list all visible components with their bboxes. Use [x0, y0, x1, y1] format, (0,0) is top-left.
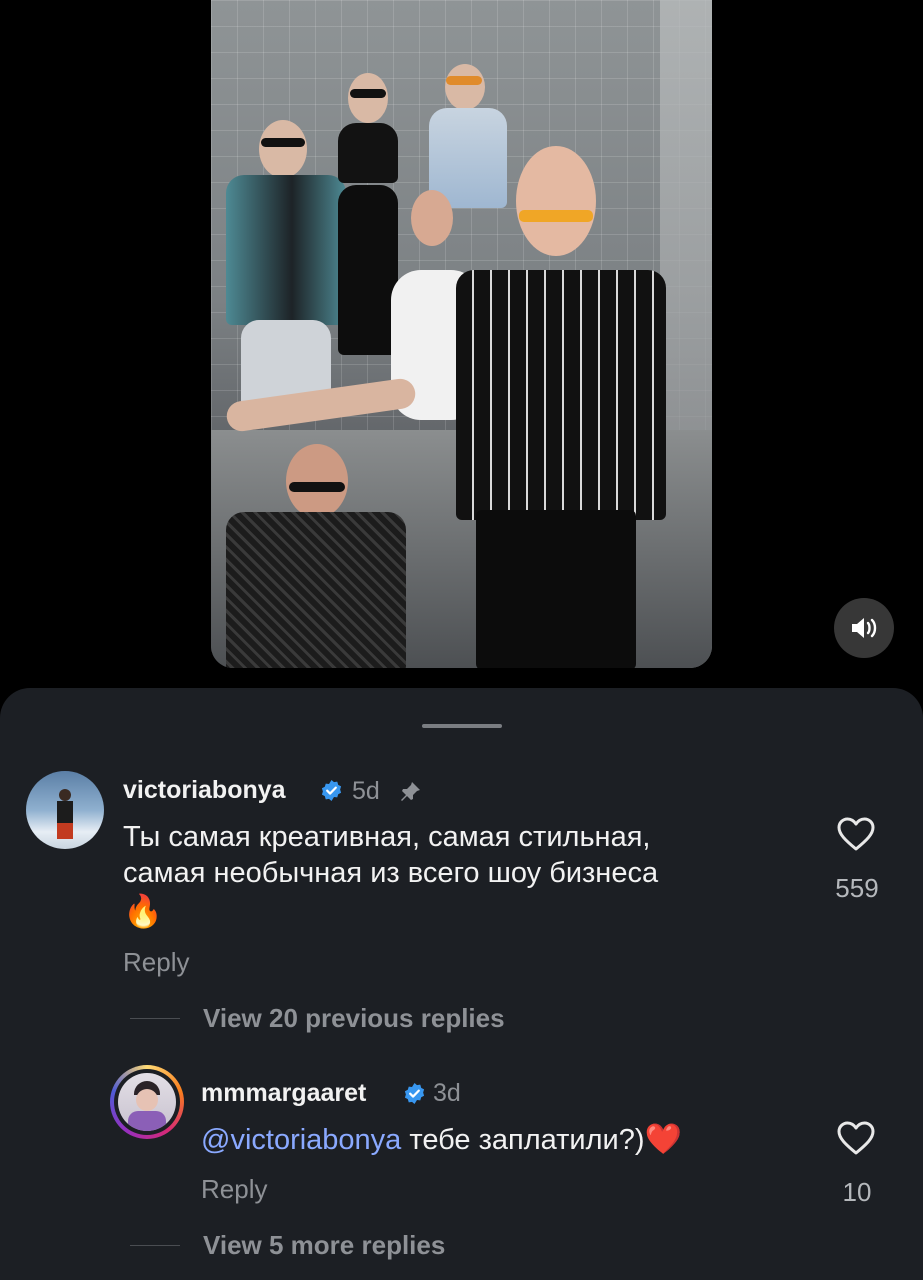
comment-text: @victoriabonya тебе заплатили?)❤️: [201, 1123, 682, 1156]
comment-username[interactable]: victoriabonya: [123, 776, 286, 805]
sound-toggle-button[interactable]: [834, 598, 894, 658]
like-heart-icon[interactable]: [836, 1120, 876, 1156]
verified-badge-icon: [404, 1082, 425, 1105]
comments-sheet: victoriabonya 5d Ты самая креативная, са…: [0, 688, 923, 1280]
person-figure: [451, 140, 671, 668]
comment-time: 3d: [433, 1079, 461, 1107]
reply-button[interactable]: Reply: [201, 1174, 267, 1205]
view-more-replies-button[interactable]: View 5 more replies: [203, 1230, 445, 1261]
comment-text: Ты самая креативная, самая стильная, сам…: [123, 819, 803, 931]
screen: victoriabonya 5d Ты самая креативная, са…: [0, 0, 923, 1280]
verified-badge-icon: [321, 779, 342, 802]
sheet-drag-handle[interactable]: [422, 724, 502, 728]
speaker-icon: [852, 618, 877, 638]
reply-button[interactable]: Reply: [123, 947, 189, 978]
comment-username[interactable]: mmmargaaret: [201, 1079, 366, 1108]
like-heart-icon[interactable]: [836, 816, 876, 852]
person-figure: [211, 440, 411, 668]
comment-time: 5d: [352, 777, 380, 805]
fire-emoji: 🔥: [123, 893, 163, 929]
pin-icon: [401, 782, 420, 801]
video-player[interactable]: [211, 0, 712, 668]
divider-line: [130, 1245, 180, 1246]
like-count: 559: [835, 873, 879, 903]
heart-emoji: ❤️: [644, 1123, 682, 1156]
like-count: 10: [842, 1177, 872, 1207]
divider-line: [130, 1018, 180, 1019]
view-previous-replies-button[interactable]: View 20 previous replies: [203, 1003, 505, 1034]
avatar[interactable]: [26, 771, 104, 849]
mention-link[interactable]: @victoriabonya: [201, 1124, 401, 1156]
avatar[interactable]: [110, 1065, 184, 1139]
